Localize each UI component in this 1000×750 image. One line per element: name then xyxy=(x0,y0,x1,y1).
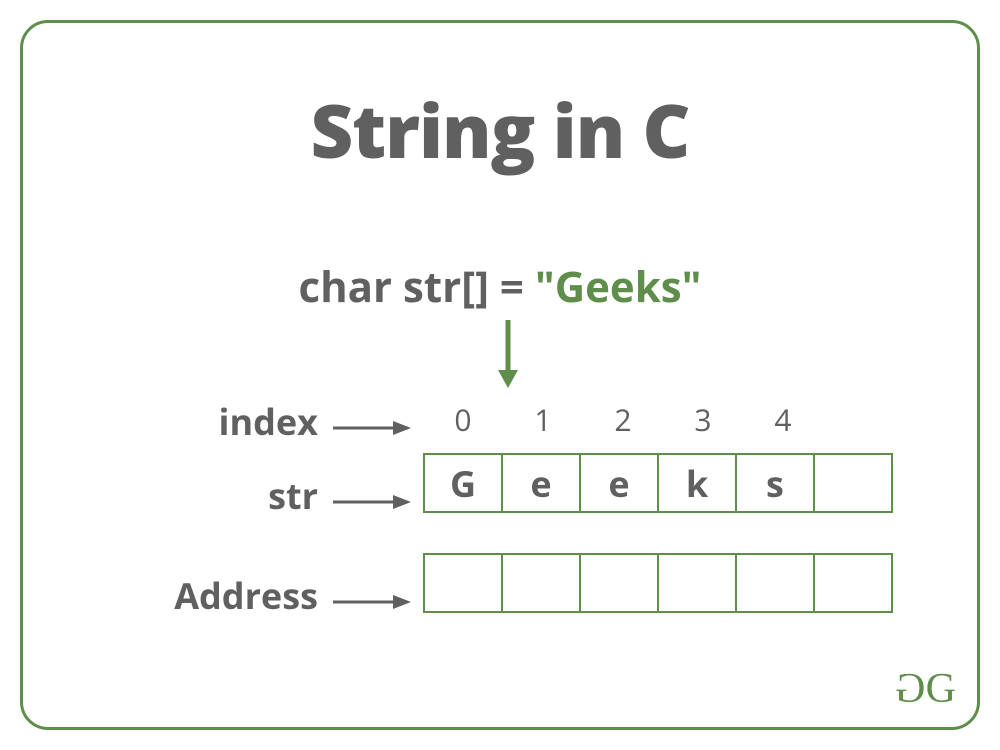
index-value: 1 xyxy=(503,399,583,440)
array-cell xyxy=(735,553,815,613)
label-index: index xyxy=(118,397,318,446)
array-cell xyxy=(813,453,893,513)
arrow-down-icon xyxy=(496,318,520,390)
label-address: Address xyxy=(83,571,318,620)
geeksforgeeks-logo-icon: GG xyxy=(898,665,953,713)
declaration-line: char str[] = "Geeks" xyxy=(23,258,977,315)
arrow-right-address-icon xyxy=(333,593,411,616)
index-value: 4 xyxy=(743,399,823,440)
array-cell: G xyxy=(423,453,503,513)
array-cell: s xyxy=(735,453,815,513)
array-cell xyxy=(501,553,581,613)
index-value: 2 xyxy=(583,399,663,440)
address-array xyxy=(423,553,893,613)
array-cell: e xyxy=(501,453,581,513)
declaration-literal: "Geeks" xyxy=(535,258,702,315)
array-cell: k xyxy=(657,453,737,513)
label-str: str xyxy=(118,471,318,520)
index-row: 0 1 2 3 4 xyxy=(423,399,903,440)
diagram-title: String in C xyxy=(23,79,977,180)
array-cell xyxy=(579,553,659,613)
index-value: 0 xyxy=(423,399,503,440)
diagram-card: String in C char str[] = "Geeks" index s… xyxy=(20,20,980,730)
array-cell xyxy=(657,553,737,613)
declaration-prefix: char str[] = xyxy=(298,258,534,315)
arrow-right-index-icon xyxy=(333,419,411,442)
array-cell xyxy=(813,553,893,613)
array-cell xyxy=(423,553,503,613)
array-cell: e xyxy=(579,453,659,513)
index-value: 3 xyxy=(663,399,743,440)
index-value xyxy=(823,399,903,440)
string-array: G e e k s xyxy=(423,453,893,513)
arrow-right-str-icon xyxy=(333,493,411,516)
